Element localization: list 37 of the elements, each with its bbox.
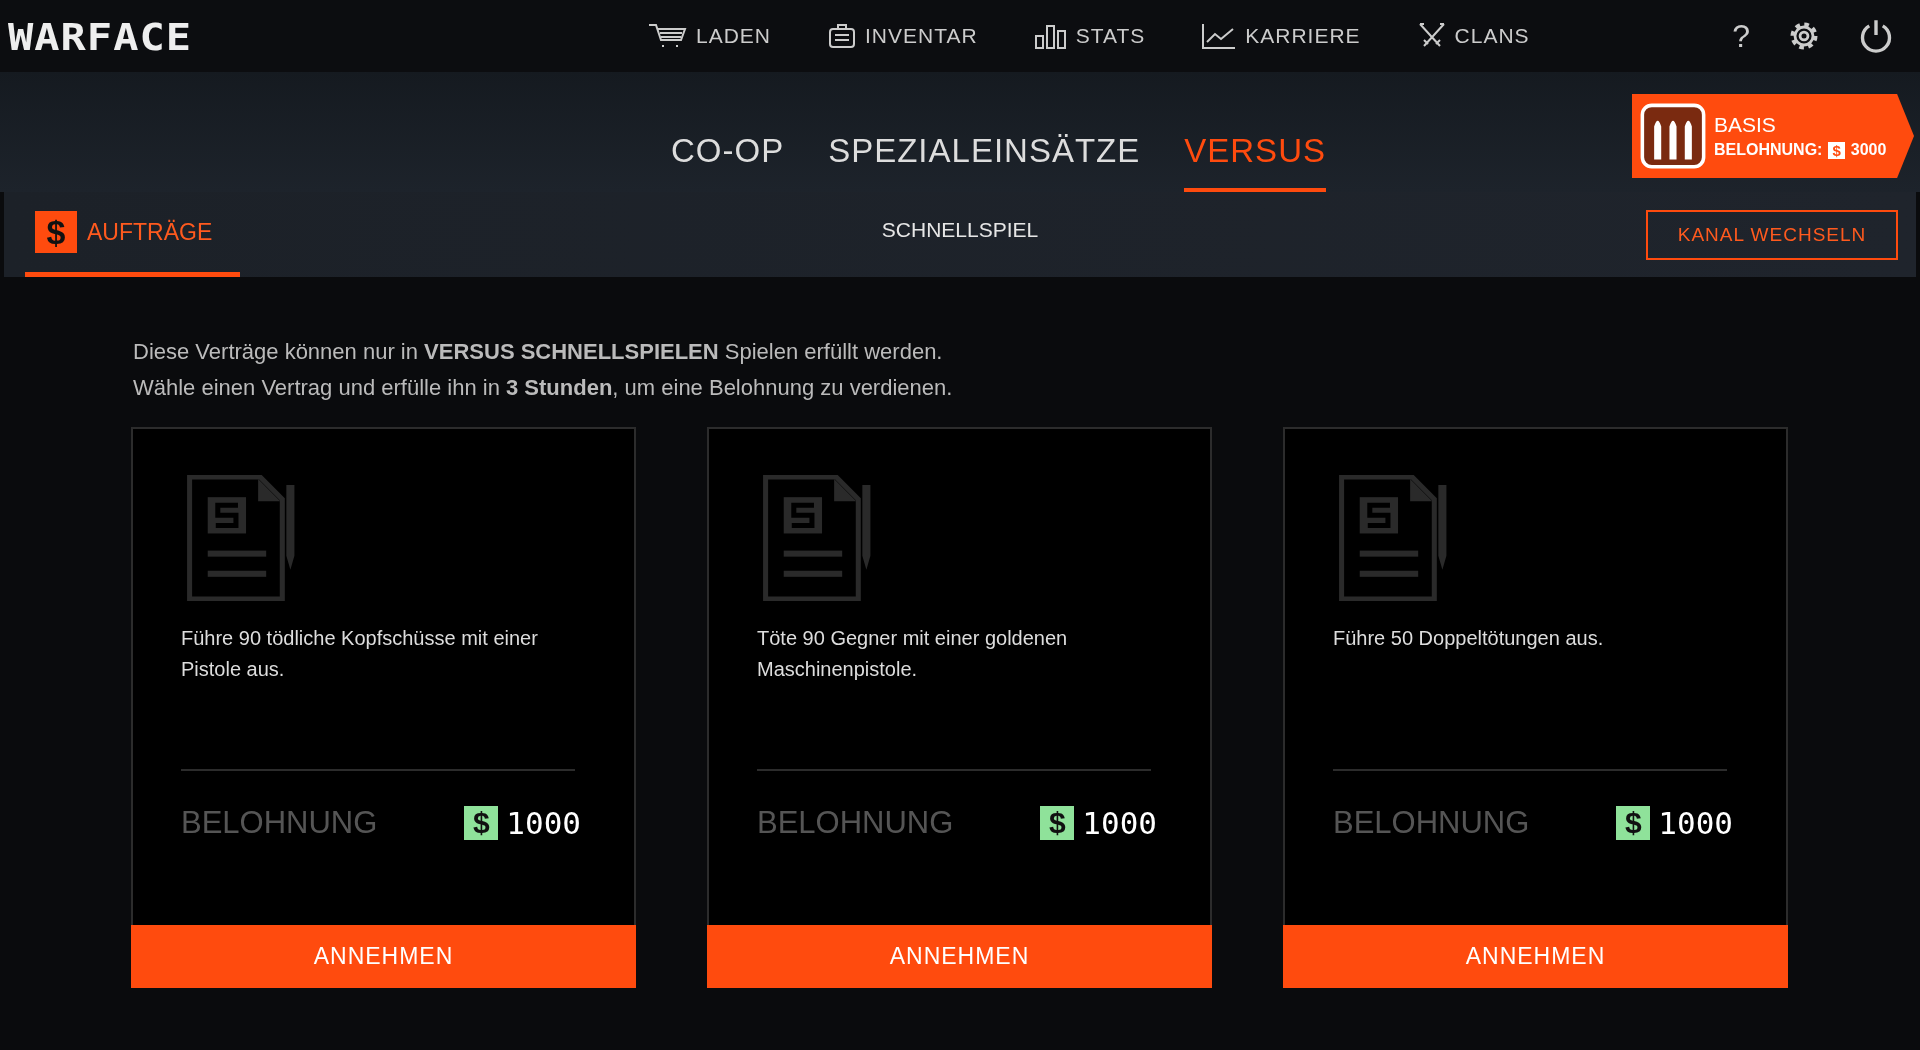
mode-tab[interactable]: SPEZIALEINSÄTZE [828,132,1141,192]
currency-icon: $ [1040,806,1075,840]
reward-label: BELOHNUNG [1333,805,1531,841]
nav-link[interactable]: LADEN [648,22,772,50]
mode-tab[interactable]: CO-OP [671,132,785,192]
reward-amount: 1000 [1658,805,1733,841]
reward-amount: 1000 [1082,805,1157,841]
change-channel-button[interactable]: KANAL WECHSELN [1646,209,1898,260]
cart-icon [648,22,688,50]
nav-link[interactable]: INVENTAR [827,22,978,50]
nav-link[interactable]: STATS [1033,22,1146,50]
nav-link[interactable]: CLANS [1416,22,1530,50]
help-button[interactable]: ? [1732,17,1750,55]
reward-label: BELOHNUNG [181,805,379,841]
briefcase-icon [827,22,858,50]
dollar-icon: $ [35,211,77,253]
channel-name: SCHNELLSPIEL [881,218,1039,242]
nav-link[interactable]: KARRIERE [1201,22,1361,50]
power-icon[interactable] [1858,18,1894,54]
currency-icon: $ [464,806,499,840]
task-text: Führe 90 tödliche Kopfschüsse mit einer Pistole aus. [181,626,539,682]
bar-chart-icon [1033,22,1068,50]
currency-icon: $ [1616,806,1651,840]
task-text: Führe 50 Doppeltötungen aus. [1333,626,1605,651]
line-chart-icon [1201,22,1238,50]
info-text: Diese Verträge können nur in VERSUS SCHNELLSPIELEN Spielen erfüllt werden. [133,339,944,365]
task-text: Töte 90 Gegner mit einer goldenen Maschinenpistole. [757,626,1069,682]
currency-icon: $ [1828,141,1845,159]
game-logo: WARFACE [8,13,193,59]
reward-label: BELOHNUNG [757,805,955,841]
reward-amount: 1000 [506,805,581,841]
bullets-icon [1640,103,1706,169]
rank-title: BASIS [1714,113,1777,137]
info-text: Wähle einen Vertrag und erfülle ihn in 3 Stunden, um eine Belohnung zu verdienen. [133,375,954,401]
reward-label: BELOHNUNG: [1714,141,1823,159]
reward-amount: 3000 [1850,141,1887,159]
contracts-tab[interactable]: $ AUFTRÄGE [25,192,240,277]
